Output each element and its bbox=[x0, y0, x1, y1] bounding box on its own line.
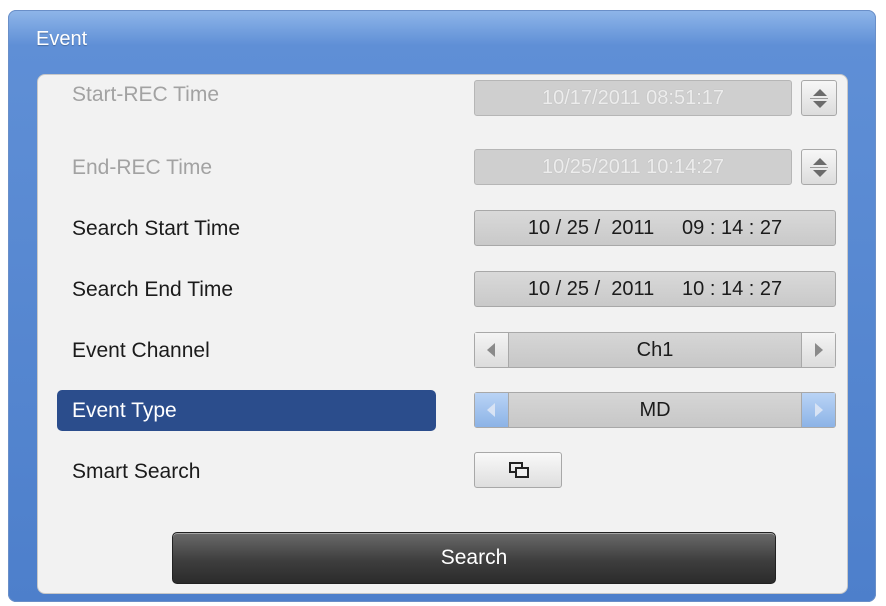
search-start-time-label: Search Start Time bbox=[72, 217, 241, 240]
spinner-down-icon bbox=[813, 170, 827, 177]
smart-search-icon bbox=[509, 462, 529, 478]
event-channel-next-button[interactable] bbox=[801, 333, 835, 367]
spinner-up-icon bbox=[813, 89, 827, 96]
spinner-down-icon bbox=[813, 101, 827, 108]
search-end-time-value: 10 / 25 / 2011 10 : 14 : 27 bbox=[527, 278, 783, 300]
event-type-value: MD bbox=[639, 399, 671, 421]
event-channel-selector: Ch1 bbox=[474, 332, 836, 368]
search-button[interactable]: Search bbox=[172, 532, 776, 584]
event-channel-label: Event Channel bbox=[72, 339, 210, 362]
start-rec-time-value: 10/17/2011 08:51:17 bbox=[541, 87, 725, 109]
start-rec-time-spinner[interactable] bbox=[801, 80, 837, 116]
search-end-time-label: Search End Time bbox=[72, 278, 234, 301]
end-rec-time-value: 10/25/2011 10:14:27 bbox=[541, 156, 725, 178]
search-end-time-field[interactable]: 10 / 25 / 2011 10 : 14 : 27 bbox=[474, 271, 836, 307]
event-channel-value: Ch1 bbox=[636, 339, 674, 361]
arrow-left-icon bbox=[487, 403, 495, 417]
end-rec-time-spinner[interactable] bbox=[801, 149, 837, 185]
smart-search-button[interactable] bbox=[474, 452, 562, 488]
search-start-time-field[interactable]: 10 / 25 / 2011 09 : 14 : 27 bbox=[474, 210, 836, 246]
end-rec-time-field: 10/25/2011 10:14:27 bbox=[474, 149, 792, 185]
event-type-next-button[interactable] bbox=[801, 393, 835, 427]
spinner-divider bbox=[810, 167, 828, 168]
event-type-label[interactable]: Event Type bbox=[57, 390, 436, 431]
search-start-time-value: 10 / 25 / 2011 09 : 14 : 27 bbox=[527, 217, 783, 239]
smart-search-label: Smart Search bbox=[72, 460, 201, 483]
spinner-divider bbox=[810, 98, 828, 99]
start-rec-time-label: Start-REC Time bbox=[72, 83, 220, 106]
end-rec-time-label: End-REC Time bbox=[72, 156, 213, 179]
window-title: Event bbox=[36, 28, 88, 50]
event-type-selector: MD bbox=[474, 392, 836, 428]
event-channel-prev-button[interactable] bbox=[475, 333, 509, 367]
arrow-left-icon bbox=[487, 343, 495, 357]
event-window: Event Start-REC Time 10/17/2011 08:51:17… bbox=[8, 10, 876, 602]
arrow-right-icon bbox=[815, 343, 823, 357]
event-type-prev-button[interactable] bbox=[475, 393, 509, 427]
arrow-right-icon bbox=[815, 403, 823, 417]
spinner-up-icon bbox=[813, 158, 827, 165]
start-rec-time-field: 10/17/2011 08:51:17 bbox=[474, 80, 792, 116]
event-settings-panel: Start-REC Time 10/17/2011 08:51:17 End-R… bbox=[37, 74, 848, 594]
